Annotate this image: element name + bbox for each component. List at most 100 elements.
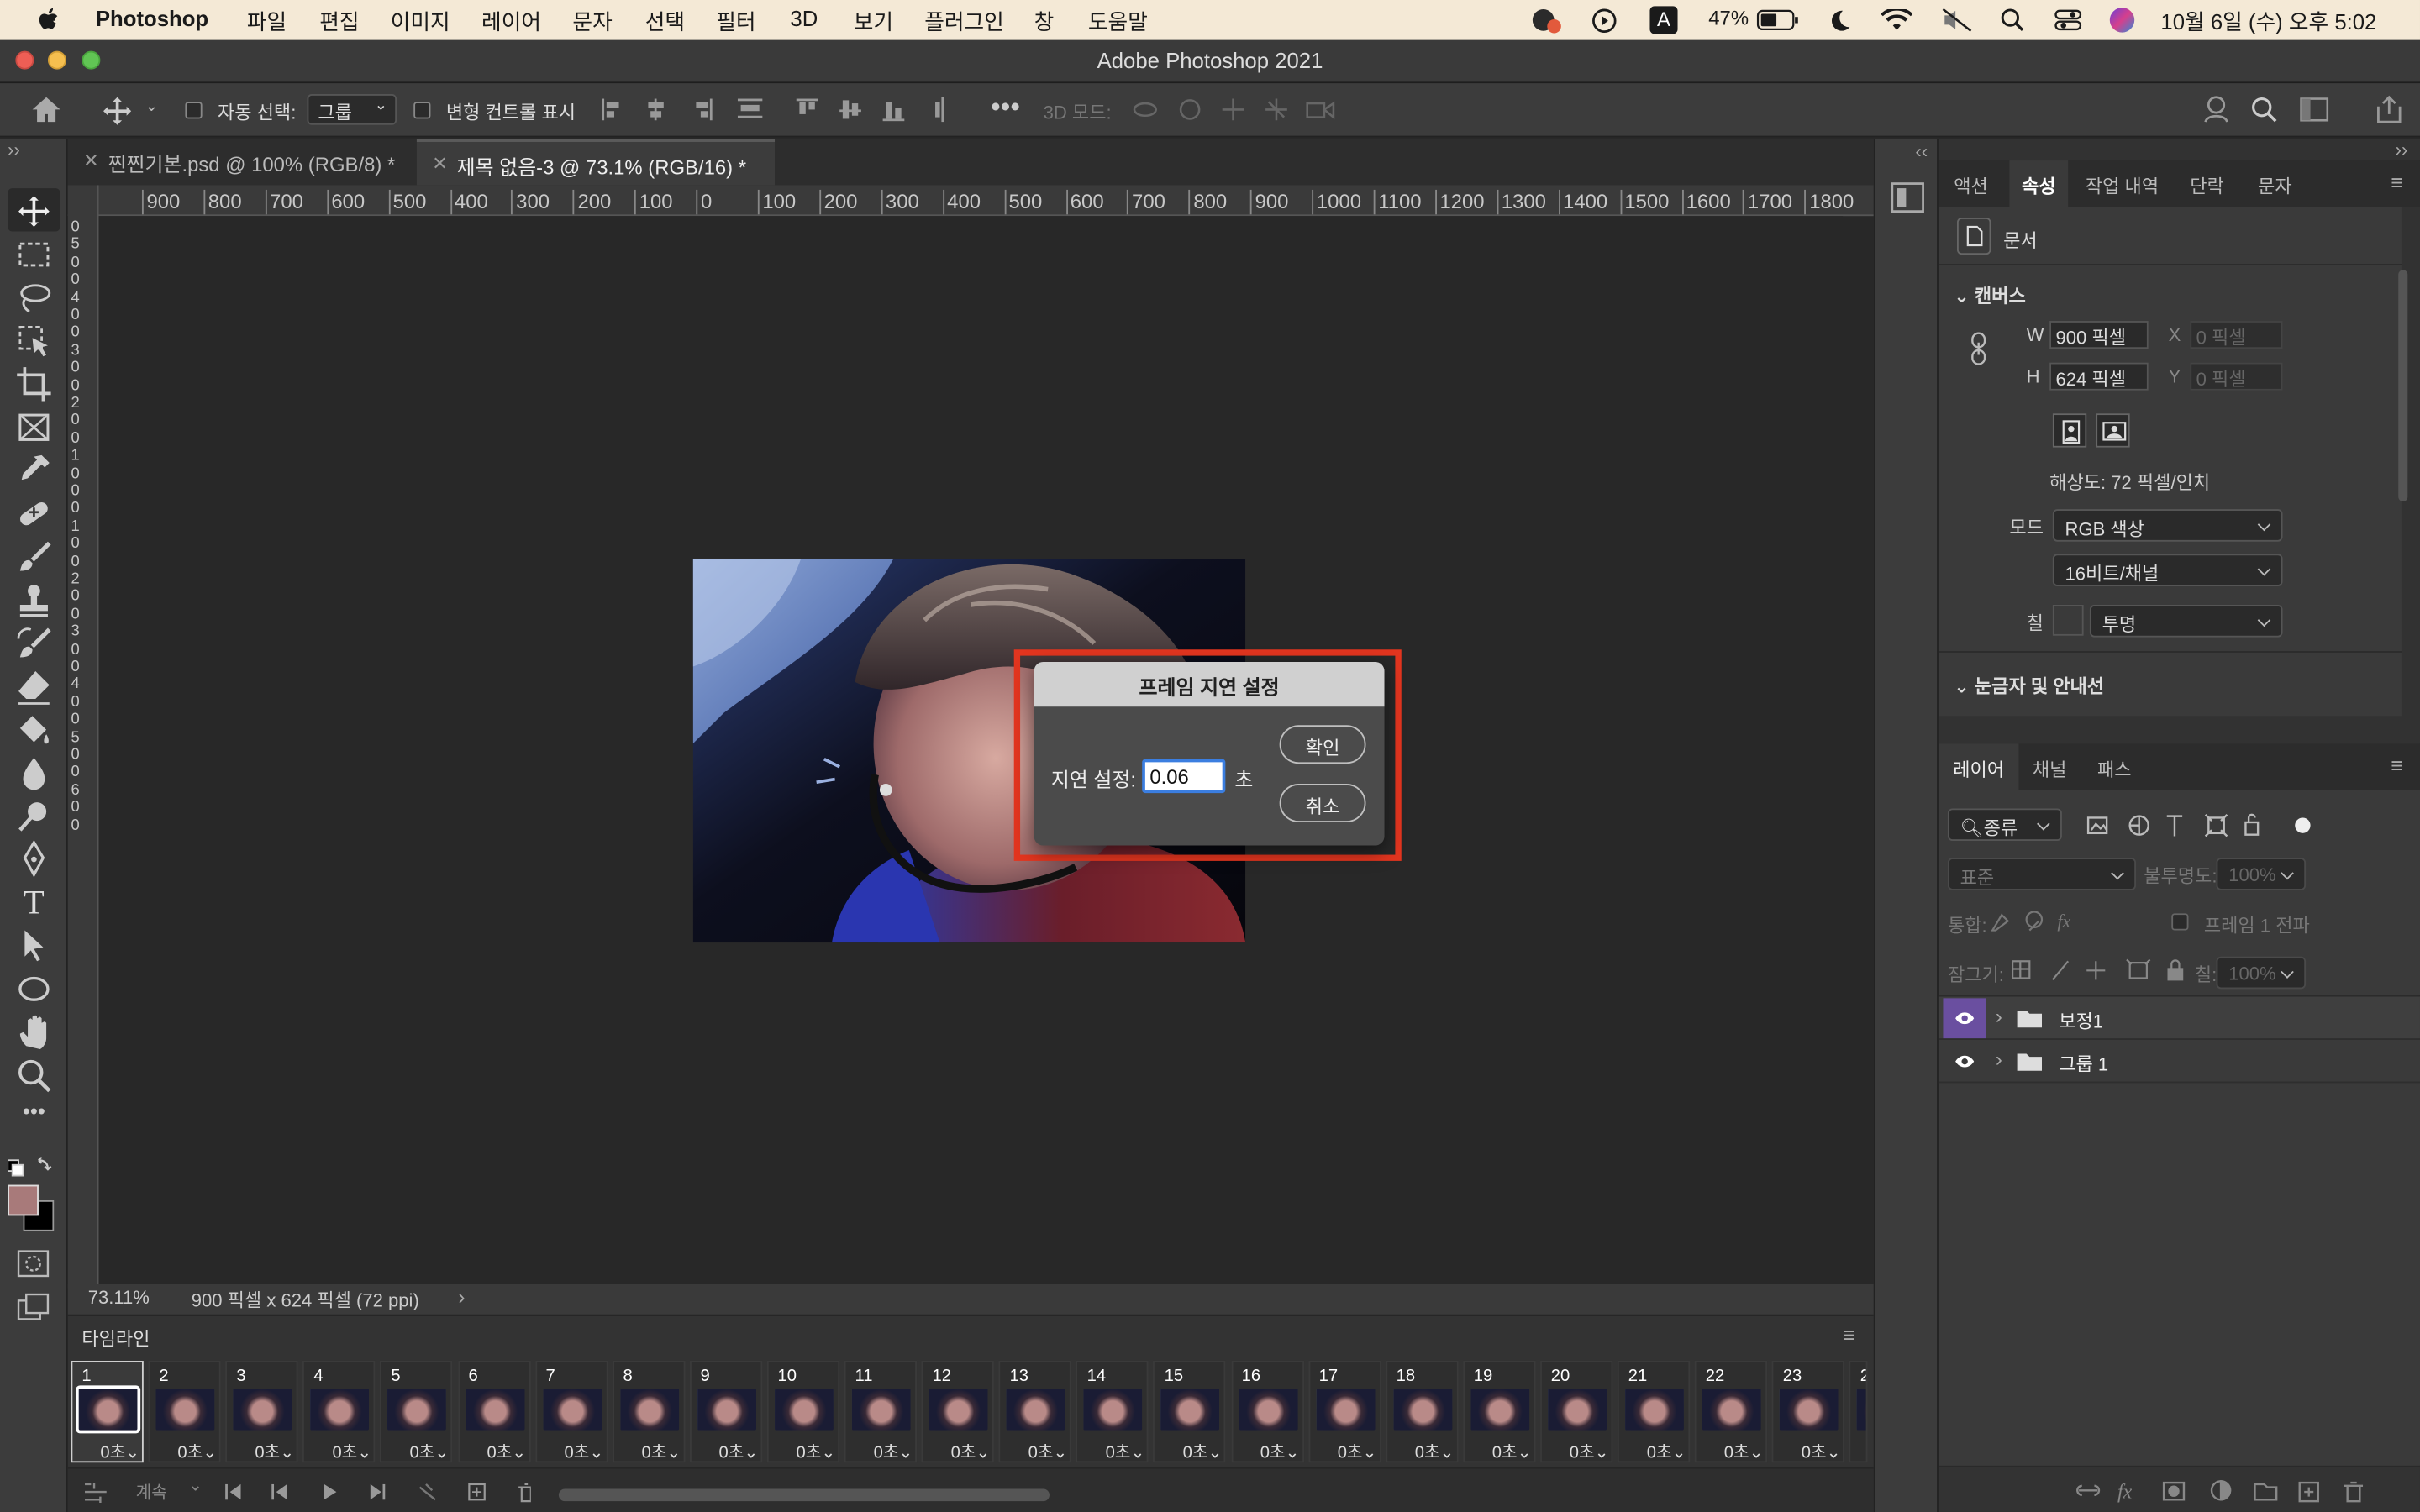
menu-3d[interactable]: 3D: [790, 6, 818, 30]
battery-icon[interactable]: [1756, 9, 1799, 31]
tab-history[interactable]: 작업 내역: [2077, 160, 2167, 207]
rulers-section-toggle[interactable]: ⌄ 눈금자 및 안내선: [1954, 673, 2104, 699]
menu-edit[interactable]: 편집: [319, 6, 359, 37]
frame-delay[interactable]: 0초⌄: [874, 1440, 913, 1464]
unify-icons[interactable]: fx: [1988, 907, 2081, 935]
screen-mode-icon[interactable]: [17, 1293, 50, 1320]
align-buttons-group[interactable]: [599, 96, 954, 123]
frame-delay[interactable]: 0초⌄: [719, 1440, 759, 1464]
menu-layer[interactable]: 레이어: [481, 6, 541, 37]
close-tab-icon[interactable]: ✕: [432, 153, 447, 175]
eyedropper-tool-icon[interactable]: [14, 450, 55, 491]
portrait-orientation-button[interactable]: [2052, 413, 2087, 448]
minimize-window-button[interactable]: [47, 50, 66, 70]
blur-tool-icon[interactable]: [14, 753, 55, 793]
ellipse-tool-icon[interactable]: [14, 969, 55, 1009]
crop-tool-icon[interactable]: [14, 364, 55, 404]
frame-delay[interactable]: 0초⌄: [1570, 1440, 1609, 1464]
blend-mode-dropdown[interactable]: 표준: [1947, 858, 2137, 890]
zoom-window-button[interactable]: [82, 50, 101, 70]
timeline-frame[interactable]: 19 0초⌄: [1462, 1360, 1536, 1464]
timeline-frame[interactable]: 6 0초⌄: [457, 1360, 530, 1464]
play-circle-icon[interactable]: [1591, 8, 1618, 34]
wifi-icon[interactable]: [1881, 9, 1912, 33]
type-tool-icon[interactable]: T: [14, 883, 55, 923]
share-icon[interactable]: [2374, 94, 2405, 125]
tab-character[interactable]: 문자: [2243, 160, 2307, 207]
loop-option[interactable]: 계속: [136, 1479, 167, 1504]
landscape-orientation-button[interactable]: [2096, 413, 2130, 448]
fill-dropdown[interactable]: 투명: [2089, 604, 2283, 638]
history-brush-tool-icon[interactable]: [14, 623, 55, 664]
menu-plugins[interactable]: 플러그인: [924, 6, 1004, 37]
frame-delay[interactable]: 0초⌄: [1106, 1440, 1145, 1464]
auto-select-checkbox[interactable]: [185, 102, 203, 119]
playback-controls[interactable]: [222, 1481, 531, 1503]
layer-row[interactable]: › 보정1: [1938, 996, 2420, 1040]
close-window-button[interactable]: [15, 50, 34, 70]
search-icon[interactable]: [2250, 96, 2278, 123]
timeline-frame[interactable]: 4 0초⌄: [302, 1360, 376, 1463]
brush-tool-icon[interactable]: [14, 537, 55, 577]
menu-filter[interactable]: 필터: [716, 6, 755, 37]
close-tab-icon[interactable]: ✕: [83, 150, 98, 171]
timeline-frame[interactable]: 13 0초⌄: [998, 1360, 1072, 1463]
timeline-frame[interactable]: 17 0초⌄: [1307, 1360, 1381, 1463]
expand-group-chevron-icon[interactable]: ›: [1996, 1005, 2002, 1028]
timeline-frame[interactable]: 8 0초⌄: [612, 1360, 685, 1463]
frame-delay[interactable]: 0초⌄: [100, 1440, 139, 1464]
timeline-frame[interactable]: 11 0초⌄: [844, 1360, 918, 1464]
frame-delay[interactable]: 0초⌄: [1647, 1440, 1686, 1464]
more-options-icon[interactable]: •••: [991, 91, 1020, 123]
workspace-icon[interactable]: [2300, 97, 2331, 122]
bit-depth-dropdown[interactable]: 16비트/채널: [2052, 554, 2283, 586]
timeline-frame[interactable]: 10 0초⌄: [766, 1360, 839, 1463]
tab-properties[interactable]: 속성: [2009, 160, 2069, 207]
propagate-frame-checkbox[interactable]: [2171, 913, 2189, 931]
frame-delay[interactable]: 0초⌄: [951, 1440, 991, 1464]
tab-channels[interactable]: 채널: [2018, 743, 2080, 790]
frame-delay[interactable]: 0초⌄: [1183, 1440, 1223, 1464]
layer-filter-icons[interactable]: [2085, 811, 2317, 839]
convert-timeline-icon[interactable]: [83, 1481, 108, 1503]
control-center-icon[interactable]: [2054, 8, 2082, 32]
panel-menu-icon[interactable]: ≡: [2391, 170, 2403, 194]
spotlight-search-icon[interactable]: [2000, 8, 2024, 32]
eraser-tool-icon[interactable]: [14, 666, 55, 706]
tab-layers[interactable]: 레이어: [1938, 743, 2019, 790]
tab-actions[interactable]: 액션: [1939, 160, 2003, 207]
timeline-scrollbar[interactable]: [558, 1488, 1050, 1502]
timeline-frame[interactable]: 14 0초⌄: [1076, 1360, 1150, 1464]
frame-tool-icon[interactable]: [14, 407, 55, 448]
expand-panels-icon[interactable]: ››: [2396, 139, 2408, 160]
frame-delay[interactable]: 0초⌄: [1260, 1440, 1300, 1464]
frame-delay[interactable]: 0초⌄: [487, 1440, 526, 1464]
show-transform-checkbox[interactable]: [413, 102, 431, 119]
learn-icon[interactable]: [2202, 94, 2233, 125]
frame-delay[interactable]: 0초⌄: [255, 1440, 294, 1464]
hand-tool-icon[interactable]: [14, 1012, 55, 1053]
panel-menu-icon[interactable]: ≡: [2391, 753, 2403, 777]
menu-image[interactable]: 이미지: [391, 6, 450, 37]
fill-opacity-field[interactable]: 100%: [2216, 956, 2307, 990]
menu-view[interactable]: 보기: [854, 6, 893, 37]
height-field[interactable]: 624 픽셀: [2049, 362, 2149, 391]
menu-select[interactable]: 선택: [645, 6, 685, 37]
path-selection-tool-icon[interactable]: [14, 926, 55, 966]
zoom-level[interactable]: 73.11%: [88, 1287, 150, 1309]
tab-paragraph[interactable]: 단락: [2175, 160, 2239, 207]
dark-mode-icon[interactable]: [1828, 8, 1852, 32]
mute-icon[interactable]: [1940, 8, 1974, 32]
layer-visibility-toggle[interactable]: [1943, 998, 1986, 1039]
frame-delay[interactable]: 0초⌄: [1492, 1440, 1532, 1464]
fill-color-swatch[interactable]: [2052, 604, 2084, 636]
chevron-down-icon[interactable]: ⌄: [188, 1475, 203, 1495]
frame-delay[interactable]: 0초⌄: [1415, 1440, 1455, 1464]
libraries-panel-icon[interactable]: [1891, 182, 1924, 213]
foreground-color-swatch[interactable]: [8, 1184, 39, 1216]
document-tab-1[interactable]: ✕ 찐찐기본.psd @ 100% (RGB/8) *: [67, 139, 417, 186]
default-swap-colors-icon[interactable]: [8, 1157, 54, 1179]
y-field[interactable]: 0 픽셀: [2190, 362, 2283, 391]
document-tab-2-active[interactable]: ✕ 제목 없음-3 @ 73.1% (RGB/16) *: [416, 139, 776, 186]
timeline-frame[interactable]: 15 0초⌄: [1153, 1360, 1227, 1464]
